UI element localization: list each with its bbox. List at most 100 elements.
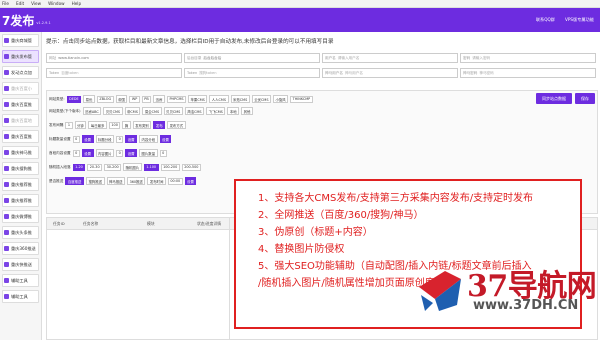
cms-type-chip[interactable]: 易优 bbox=[83, 95, 95, 103]
header-link-qq[interactable]: 联系QQ群 bbox=[536, 17, 555, 23]
option-chip[interactable]: 每日最多 bbox=[88, 121, 107, 129]
sidebar-item[interactable]: 重庆微博推 bbox=[2, 210, 39, 223]
sidebar-item-label: 重庆头条推 bbox=[11, 229, 32, 235]
shenma-password-field[interactable]: 神马密码 神马密码 bbox=[460, 68, 596, 78]
option-chip[interactable]: 发布时间 bbox=[147, 177, 166, 185]
sidebar-item[interactable]: 重庆推荐推 bbox=[2, 178, 39, 191]
cms-type-chip[interactable]: 迅睿 bbox=[153, 95, 165, 103]
username-field[interactable]: 用户名 请输入用户名 bbox=[322, 53, 458, 63]
cms-type-chip[interactable]: 人人CMS bbox=[209, 95, 229, 103]
sidebar-item-icon bbox=[4, 70, 9, 75]
option-chip[interactable]: 20-30 bbox=[87, 163, 103, 171]
shenma-user-field[interactable]: 神马用户名 神马用户名 bbox=[322, 68, 458, 78]
menu-view[interactable]: View bbox=[31, 1, 41, 6]
option-chip[interactable]: 360推送 bbox=[127, 177, 146, 185]
cms-type-chip[interactable]: 小旋风 bbox=[272, 95, 289, 103]
menu-window[interactable]: Window bbox=[48, 1, 65, 6]
menu-bar: File Edit View Window Help bbox=[0, 0, 600, 8]
sidebar-item[interactable]: 重庆快推送 bbox=[2, 258, 39, 271]
option-chip[interactable]: 30-200 bbox=[104, 163, 122, 171]
menu-edit[interactable]: Edit bbox=[16, 1, 24, 6]
cms-type2-chip[interactable]: 简洁CMS bbox=[184, 107, 205, 115]
option-chip[interactable]: 0 bbox=[159, 149, 167, 157]
cms-type-chip[interactable]: 米拓CMS bbox=[230, 95, 250, 103]
sidebar-item[interactable]: 重庆搜狗推 bbox=[2, 162, 39, 175]
option-chip[interactable]: 分钟 bbox=[74, 121, 87, 129]
option-chip[interactable]: 神马推送 bbox=[106, 177, 126, 185]
cms-type-chip[interactable]: PB bbox=[141, 95, 152, 103]
option-chip[interactable]: 设置 bbox=[81, 135, 94, 143]
save-button[interactable]: 保存 bbox=[575, 93, 595, 104]
sidebar-item[interactable]: 重庆百度地 bbox=[2, 114, 39, 127]
option-chip[interactable]: 1-20 bbox=[72, 163, 86, 171]
sidebar-item[interactable]: 重庆百度小 bbox=[2, 82, 39, 95]
sidebar-item[interactable]: 发动点点加 bbox=[2, 66, 39, 79]
cms-type-chip[interactable]: WP bbox=[129, 95, 140, 103]
option-chip[interactable]: 标题分段 bbox=[95, 135, 115, 143]
sidebar-item-label: 辅助工具 bbox=[11, 293, 28, 299]
option-chip[interactable]: 随机图片 bbox=[123, 163, 142, 171]
sidebar-item[interactable]: 重庆推荐推 bbox=[2, 194, 39, 207]
cms-type2-chip[interactable]: 贝贝CMS bbox=[103, 107, 123, 115]
header-link-vps[interactable]: VPS版专属功能 bbox=[565, 17, 594, 23]
baidu-token-field[interactable]: Token 百度token bbox=[46, 68, 182, 78]
option-chip[interactable]: 设置 bbox=[125, 135, 138, 143]
cms-type-chip[interactable]: 云优CMS bbox=[251, 95, 271, 103]
cms-type-chip[interactable]: THINKCMP bbox=[290, 95, 313, 103]
option-chip[interactable]: 0 bbox=[72, 149, 80, 157]
cms-type-chip[interactable]: DEDE bbox=[66, 95, 82, 103]
cms-type-chip[interactable]: 帝国 bbox=[115, 95, 128, 103]
cms-type2-chip[interactable]: 帝CMS bbox=[124, 107, 141, 115]
field-value: 百度token bbox=[61, 70, 79, 75]
option-chip[interactable]: 设置 bbox=[184, 177, 197, 185]
sync-site-button[interactable]: 同步站点数据 bbox=[536, 93, 572, 104]
admin-dir-field[interactable]: 后台目录 后台后台后 bbox=[184, 53, 320, 63]
sogou-token-field[interactable]: Token 搜狗token bbox=[184, 68, 320, 78]
option-chip[interactable]: 100-200 bbox=[160, 163, 180, 171]
menu-file[interactable]: File bbox=[2, 1, 9, 6]
option-chip[interactable]: 100 bbox=[108, 121, 121, 129]
option-chip[interactable]: 图片数量 bbox=[139, 149, 158, 157]
sidebar-item[interactable]: 重庆百度推 bbox=[2, 98, 39, 111]
option-chip[interactable]: 设置 bbox=[125, 149, 138, 157]
option-chip[interactable]: 1 bbox=[65, 121, 73, 129]
option-chip[interactable]: 0 bbox=[116, 149, 124, 157]
cms-type2-chip[interactable]: 易企CMS bbox=[142, 107, 162, 115]
sidebar-item[interactable]: 重庆发布管 bbox=[2, 50, 39, 63]
option-chip[interactable]: 设置 bbox=[159, 135, 172, 143]
option-chip[interactable]: 内容图片 bbox=[95, 149, 115, 157]
cms-type2-chip[interactable]: 迅睿ABC bbox=[82, 107, 102, 115]
menu-help[interactable]: Help bbox=[72, 1, 82, 6]
content-settings-row: 首段内容设置 0 设置 内容图片 0 设置 图片数量 0 bbox=[49, 149, 167, 157]
option-chip[interactable]: 1-100 bbox=[143, 163, 159, 171]
option-chip[interactable]: 搜狗推送 bbox=[85, 177, 105, 185]
header-links: 联系QQ群 VPS版专属功能 bbox=[536, 8, 594, 32]
password-field[interactable]: 密码 请输入密码 bbox=[460, 53, 596, 63]
option-chip[interactable]: 发布类别 bbox=[132, 121, 152, 129]
option-chip[interactable]: 百度推送 bbox=[65, 177, 84, 185]
site-url-field[interactable]: 网址 www.tianxin.com bbox=[46, 53, 182, 63]
option-chip[interactable]: 00:00 bbox=[167, 177, 183, 185]
option-chip[interactable]: 发布方式 bbox=[167, 121, 186, 129]
option-chip[interactable]: 200-500 bbox=[181, 163, 201, 171]
sidebar-item[interactable]: 重庆商城管 bbox=[2, 34, 39, 47]
cms-type2-chip[interactable]: 其他 bbox=[241, 107, 253, 115]
cms-type-chip[interactable]: 苹果CMS bbox=[188, 95, 208, 103]
sidebar-item[interactable]: 辅助工具 bbox=[2, 274, 39, 287]
sidebar-item[interactable]: 重庆360推送 bbox=[2, 242, 39, 255]
option-chip[interactable]: 0 bbox=[116, 135, 124, 143]
cms-type-chip[interactable]: ZBLOG bbox=[96, 95, 114, 103]
option-chip[interactable]: 设置 bbox=[81, 149, 94, 157]
option-chip[interactable]: 0 bbox=[72, 135, 80, 143]
cms-type-chip[interactable]: PHPCMS bbox=[166, 95, 187, 103]
option-chip[interactable]: 篇 bbox=[122, 121, 131, 129]
sidebar-item[interactable]: 重庆头条推 bbox=[2, 226, 39, 239]
cms-type2-chip[interactable]: 飞飞CMS bbox=[206, 107, 226, 115]
cms-type2-chip[interactable]: 本地 bbox=[227, 107, 240, 115]
option-chip[interactable]: 内容分段 bbox=[139, 135, 158, 143]
sidebar-item[interactable]: 重庆百度推 bbox=[2, 130, 39, 143]
cms-type2-chip[interactable]: 贝贝CMS bbox=[163, 107, 183, 115]
sidebar-item[interactable]: 重庆神马推 bbox=[2, 146, 39, 159]
option-chip[interactable]: 发布 bbox=[153, 121, 166, 129]
sidebar-item[interactable]: 辅助工具 bbox=[2, 290, 39, 303]
